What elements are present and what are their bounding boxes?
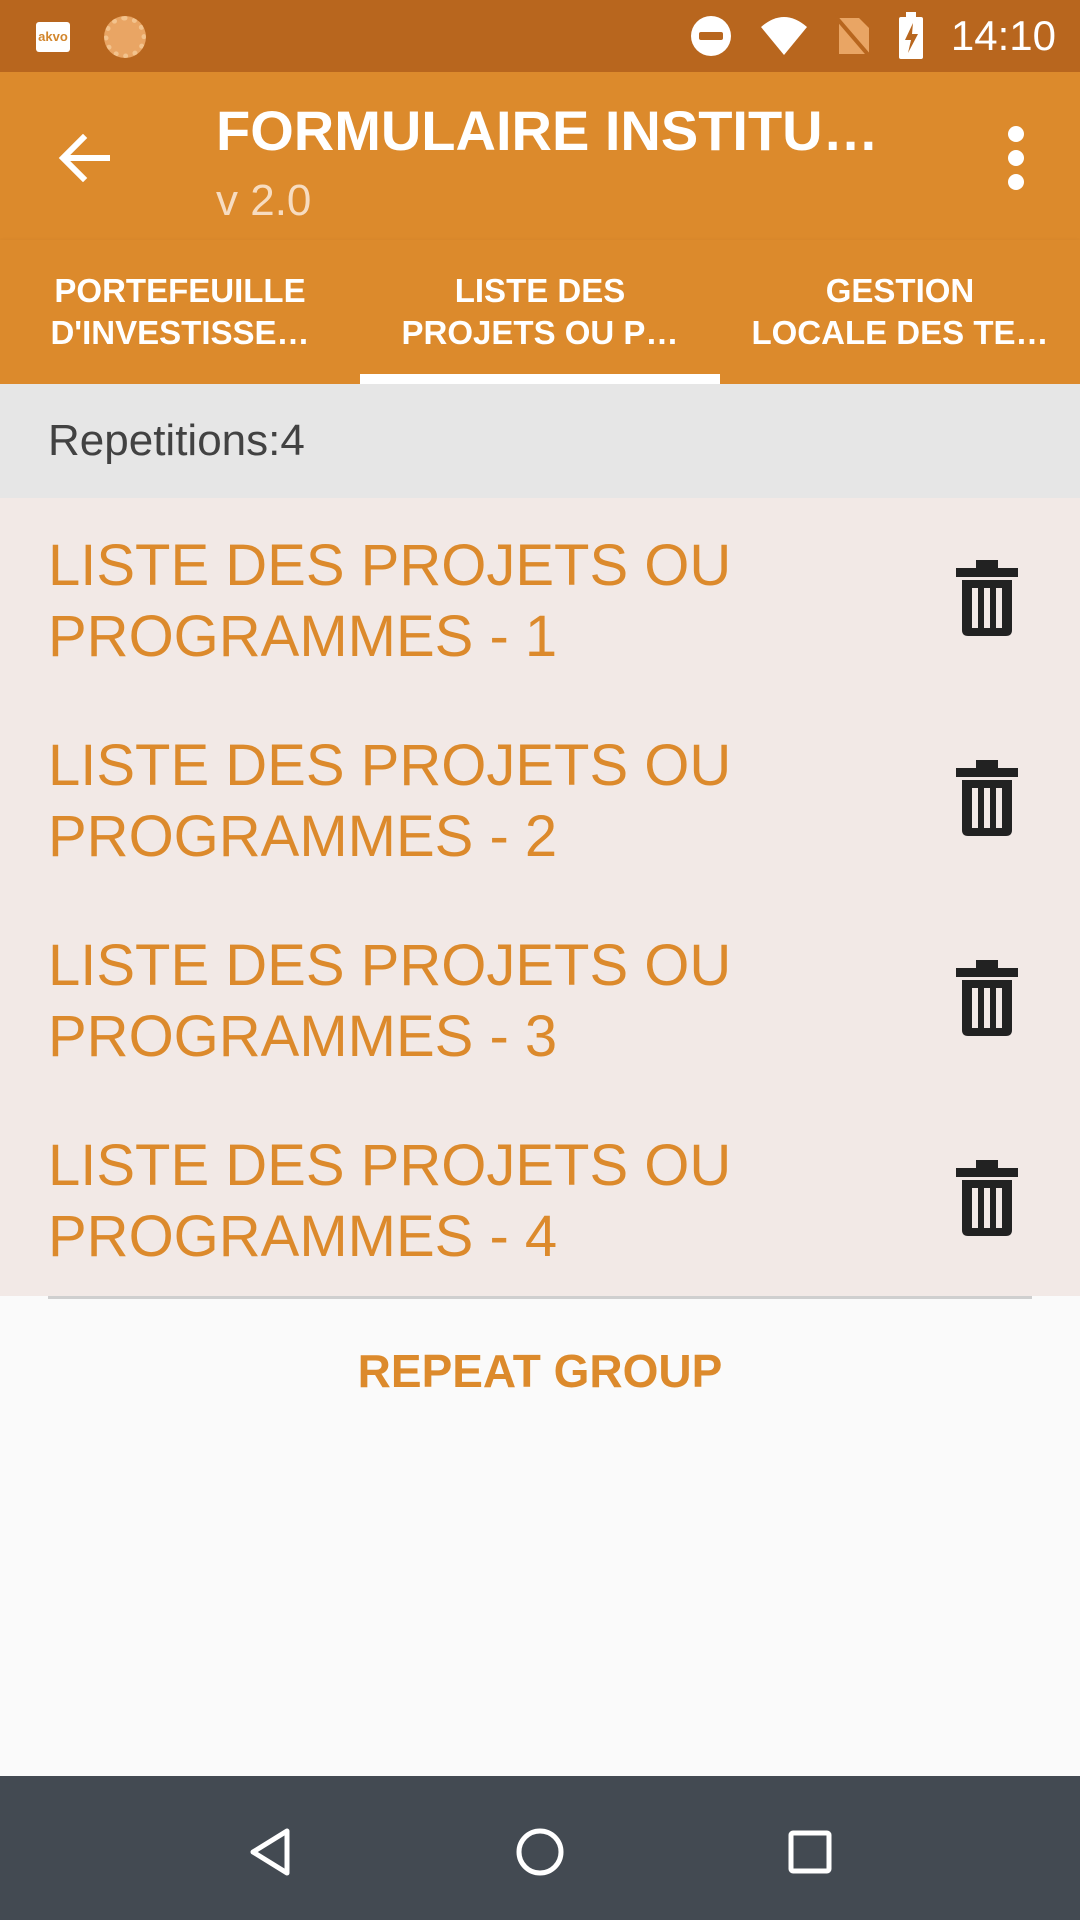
- akvo-notification-icon: akvo: [36, 22, 70, 52]
- list-item-label: LISTE DES PROJETS OU PROGRAMMES - 4: [48, 1130, 731, 1272]
- tab-label-line2: PROJETS OU P…: [401, 314, 679, 351]
- list-item-label-line2: PROGRAMMES - 1: [48, 604, 558, 669]
- repeat-group-button[interactable]: REPEAT GROUP: [0, 1316, 1080, 1426]
- tab-label-line1: PORTEFEUILLE: [54, 272, 306, 309]
- delete-icon[interactable]: [954, 1160, 1020, 1236]
- tab-gestion-locale[interactable]: GESTION LOCALE DES TE…: [720, 240, 1080, 384]
- tab-label-line1: GESTION: [825, 272, 975, 309]
- delete-icon[interactable]: [954, 560, 1020, 636]
- repeat-group-list: LISTE DES PROJETS OU PROGRAMMES - 1 LIST…: [0, 498, 1080, 1296]
- list-item-label-line2: PROGRAMMES - 2: [48, 804, 558, 869]
- repetitions-count: Repetitions:4: [0, 384, 1080, 498]
- square-recents-icon: [788, 1830, 832, 1874]
- more-options-button[interactable]: [986, 118, 1046, 198]
- form-version: v 2.0: [216, 176, 312, 225]
- delete-icon[interactable]: [954, 960, 1020, 1036]
- list-item-label: LISTE DES PROJETS OU PROGRAMMES - 2: [48, 730, 731, 872]
- navigation-bar: [0, 1776, 1080, 1920]
- battery-charging-icon: [898, 12, 923, 59]
- arrow-back-icon: [58, 134, 110, 182]
- circle-home-icon: [516, 1828, 564, 1876]
- list-item-label: LISTE DES PROJETS OU PROGRAMMES - 1: [48, 530, 731, 672]
- nav-home-button[interactable]: [500, 1812, 580, 1892]
- wifi-icon: [760, 17, 807, 55]
- delete-icon[interactable]: [954, 760, 1020, 836]
- list-item-label-line1: LISTE DES PROJETS OU: [48, 1133, 732, 1198]
- nav-back-button[interactable]: [230, 1812, 310, 1892]
- list-item-label-line2: PROGRAMMES - 4: [48, 1204, 558, 1269]
- list-item-label: LISTE DES PROJETS OU PROGRAMMES - 3: [48, 930, 731, 1072]
- list-item[interactable]: LISTE DES PROJETS OU PROGRAMMES - 3: [0, 898, 1080, 1098]
- tab-bar: PORTEFEUILLE D'INVESTISSE… LISTE DES PRO…: [0, 240, 1080, 384]
- tab-label-line1: LISTE DES: [454, 272, 626, 309]
- tab-liste-des-projets[interactable]: LISTE DES PROJETS OU P…: [360, 240, 720, 384]
- back-button[interactable]: [44, 118, 124, 198]
- list-item-label-line1: LISTE DES PROJETS OU: [48, 533, 732, 598]
- list-item[interactable]: LISTE DES PROJETS OU PROGRAMMES - 2: [0, 698, 1080, 898]
- tab-portefeuille[interactable]: PORTEFEUILLE D'INVESTISSE…: [0, 240, 360, 384]
- list-item-label-line1: LISTE DES PROJETS OU: [48, 933, 732, 998]
- more-vert-icon: [1008, 126, 1024, 190]
- divider: [48, 1296, 1032, 1299]
- nav-recents-button[interactable]: [770, 1812, 850, 1892]
- list-item-label-line2: PROGRAMMES - 3: [48, 1004, 558, 1069]
- do-not-disturb-icon: [690, 16, 731, 56]
- list-item-label-line1: LISTE DES PROJETS OU: [48, 733, 732, 798]
- clock: 14:10: [950, 12, 1056, 59]
- status-bar: akvo 14:10: [0, 0, 1080, 72]
- triangle-back-icon: [250, 1828, 290, 1876]
- tab-label-line2: D'INVESTISSE…: [50, 314, 310, 351]
- app-bar: FORMULAIRE INSTITU… v 2.0: [0, 72, 1080, 240]
- sync-notification-icon: [104, 16, 146, 58]
- form-title: FORMULAIRE INSTITU…: [216, 99, 876, 162]
- no-sim-icon: [834, 14, 871, 58]
- list-item[interactable]: LISTE DES PROJETS OU PROGRAMMES - 1: [0, 498, 1080, 698]
- list-item[interactable]: LISTE DES PROJETS OU PROGRAMMES - 4: [0, 1098, 1080, 1298]
- tab-label-line2: LOCALE DES TE…: [751, 314, 1049, 351]
